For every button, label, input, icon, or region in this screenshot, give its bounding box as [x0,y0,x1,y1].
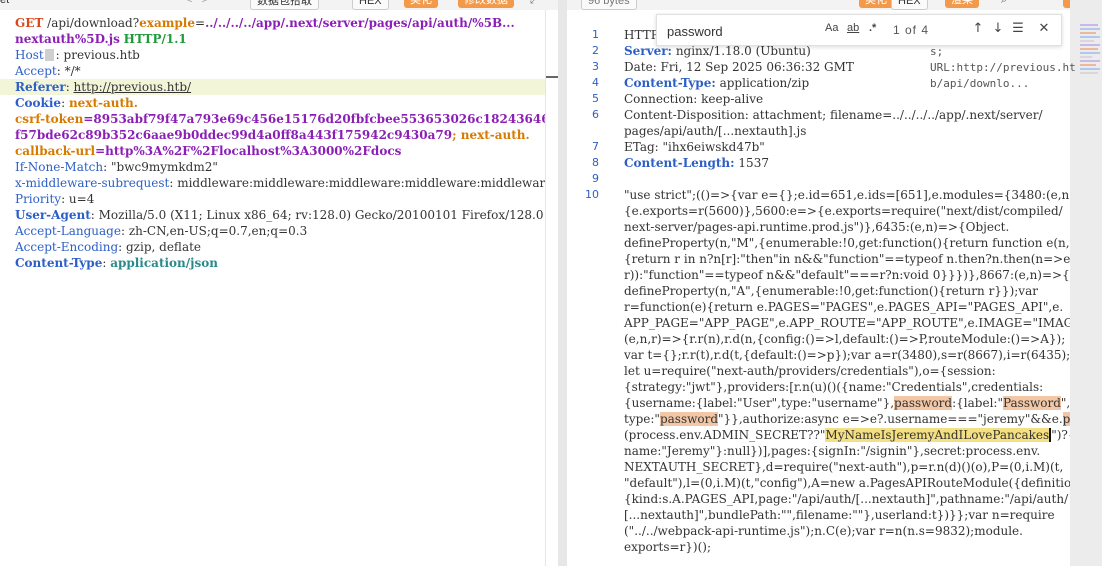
modify-button[interactable]: 修改数据 [458,0,514,8]
line-number: 6 [592,108,599,121]
line-number: 9 [592,172,599,185]
nav-arrows[interactable]: < > [186,0,208,6]
code-line: APP_PAGE="APP_PAGE",e.APP_ROUTE="APP_ROU… [624,316,1102,330]
render-button[interactable]: 渲染 [945,0,979,8]
code-line: {kind:s.A.PAGES_API,page:"/api/auth/[...… [624,492,1069,506]
search-match: password [894,396,953,410]
code-line-authorize: type:"password"}},authorize:async e=>e?.… [624,411,1102,427]
previous-match-icon[interactable]: ↑ [969,20,987,38]
header-cookie: Cookie: next-auth. [15,96,138,110]
code-line-admin-secret: (process.env.ADMIN_SECRET??"MyNameIsJere… [624,428,1102,442]
header-content-type: Content-Type: application/json [15,256,218,270]
text-cursor [44,49,54,61]
secret-selection[interactable]: MyNameIsJeremyAndILovePancakes [825,428,1052,442]
code-line-credentials: {username:{label:"User",type:"username"}… [624,396,1071,410]
request-line-cont: nextauth%5D.js HTTP/1.1 [15,32,187,46]
match-case-toggle[interactable]: Aa [825,22,838,34]
url-tooltip: s; URL:http://previous.ht b/api/downlo..… [930,45,1076,90]
line-number: 1 [592,28,599,41]
code-line: name:"Jeremy"}:null})],pages:{signIn:"/s… [624,444,1041,458]
response-hex-toggle[interactable]: HEX [891,0,928,10]
code-line: {strategy:"jwt"},providers:[r.n(u)()({na… [624,380,1044,394]
code-line: let u=require("next-auth/providers/crede… [624,364,996,378]
header-content-length: Content-Length: 1537 [624,156,769,170]
line-number: 7 [592,140,599,153]
find-widget: Aa ab .* 1 of 4 ↑ ↓ ☰ ✕ [656,14,1062,46]
cookie-csrf-token-cont: f57bde62c89b352c6aae9b0ddec99d4a0ff8a443… [15,128,530,142]
header-etag: ETag: "ihx6eiwskd47b" [624,140,765,154]
header-connection: Connection: keep-alive [624,92,764,106]
code-line: "use strict";(()=>{var e={};e.id=651,e.i… [624,188,1102,202]
line-number-gutter: 1 2 3 4 5 6 7 8 9 10 [567,10,617,566]
search-icon[interactable]: ⌕ [1001,0,1007,7]
code-line: {return r in n?n[r]:"then"in n&&"functio… [624,252,1087,266]
code-line: var t={};r.r(t),r.d(t,{default:()=>p});v… [624,348,1071,362]
code-line: exports=r})(); [624,540,712,554]
header-accept: Accept: */* [15,64,81,78]
request-editor[interactable]: GET /api/download?example=../../../../ap… [0,10,711,566]
search-match: password [659,412,719,426]
next-match-icon[interactable]: ↓ [989,20,1007,38]
code-line: (e,n,r)=>{r.r(n),r.d(n,{config:()=>l,def… [624,332,1066,346]
pane-divider[interactable] [558,0,567,566]
hex-toggle[interactable]: HEX [352,0,389,10]
header-date: Date: Fri, 12 Sep 2025 06:36:32 GMT [624,60,854,74]
code-line: defineProperty(n,"A",{enumerable:!0,get:… [624,284,1038,298]
code-line: r)):"function"==typeof n&&"default"===r?… [624,268,1102,282]
expand-icon[interactable]: ⤢ [530,0,539,7]
response-toolbar: 96 bytes 美化 HEX 渲染 ⌕ 详情 [567,0,1102,10]
header-content-type: Content-Type: application/zip [624,76,810,90]
line-number: 5 [592,92,599,105]
cookie-callback-url: callback-url=http%3A%2F%2Flocalhost%3A30… [15,144,402,158]
header-accept-encoding: Accept-Encoding: gzip, deflate [15,240,202,254]
code-line: next-server/pages-api.runtime.prod.js")}… [624,220,1010,234]
line-number: 4 [592,76,599,89]
line-number: 10 [585,188,599,201]
minimap[interactable] [1078,22,1102,80]
header-accept-language: Accept-Language: zh-CN,en-US;q=0.7,en;q=… [15,224,308,238]
header-content-disposition: Content-Disposition: attachment; filenam… [624,108,1043,122]
response-editor[interactable]: 1 2 3 4 5 6 7 8 9 10 HTTP/1.1 200 OK Ser… [567,10,1102,566]
code-line: NEXTAUTH_SECRET},d=require("next-auth"),… [624,460,1064,474]
header-if-none-match: If-None-Match: "bwc9mymkdm2" [15,160,218,174]
code-line: "default"),l=(0,i.M)(t,"config"),A=new a… [624,476,1083,490]
header-user-agent: User-Agent: Mozilla/5.0 (X11; Linux x86_… [15,208,544,222]
header-content-disposition-cont: pages/api/auth/[...nextauth].js [624,124,807,138]
header-host: Host: previous.htb [15,48,140,62]
whole-word-toggle[interactable]: ab [847,22,859,34]
header-referer: Referer: http://previous.htb/ [15,80,192,94]
response-beautify-button[interactable]: 美化 [859,0,893,8]
regex-toggle[interactable]: .* [869,22,876,34]
line-number: 8 [592,156,599,169]
search-match: Password [1002,396,1061,410]
find-input[interactable] [665,21,819,41]
request-toolbar: et < > 数据包拾取 HEX 美化 修改数据 ⤢ [0,0,558,10]
line-number: 3 [592,60,599,73]
packet-pick-button[interactable]: 数据包拾取 [250,0,319,10]
code-line: [...nextauth]",bundlePath:"",filename:""… [624,508,1055,522]
close-icon[interactable]: ✕ [1035,20,1053,38]
find-in-selection-icon[interactable]: ☰ [1009,20,1027,38]
side-panel: s; URL:http://previous.ht b/api/downlo..… [930,0,1102,566]
code-line: defineProperty(n,"M",{enumerable:!0,get:… [624,236,1080,250]
pane-title: et [0,0,10,6]
header-priority: Priority: u=4 [15,192,95,206]
request-scrollbar[interactable] [545,10,559,566]
code-line: r=function(e){return e.PAGES="PAGES",e.P… [624,300,1064,314]
referer-link[interactable]: http://previous.htb/ [74,80,192,94]
response-size: 96 bytes [581,0,637,10]
line-number: 2 [592,44,599,57]
code-line: ("../../webpack-api-runtime.js");n.C(e);… [624,524,1023,538]
header-x-middleware-subrequest: x-middleware-subrequest: middleware:midd… [15,176,553,190]
code-line: {e.exports=r(5600)},5600:e=>{e.exports=r… [624,204,1063,218]
match-count: 1 of 4 [893,23,930,37]
beautify-button[interactable]: 美化 [404,0,438,8]
request-line: GET /api/download?example=../../../../ap… [15,16,515,30]
